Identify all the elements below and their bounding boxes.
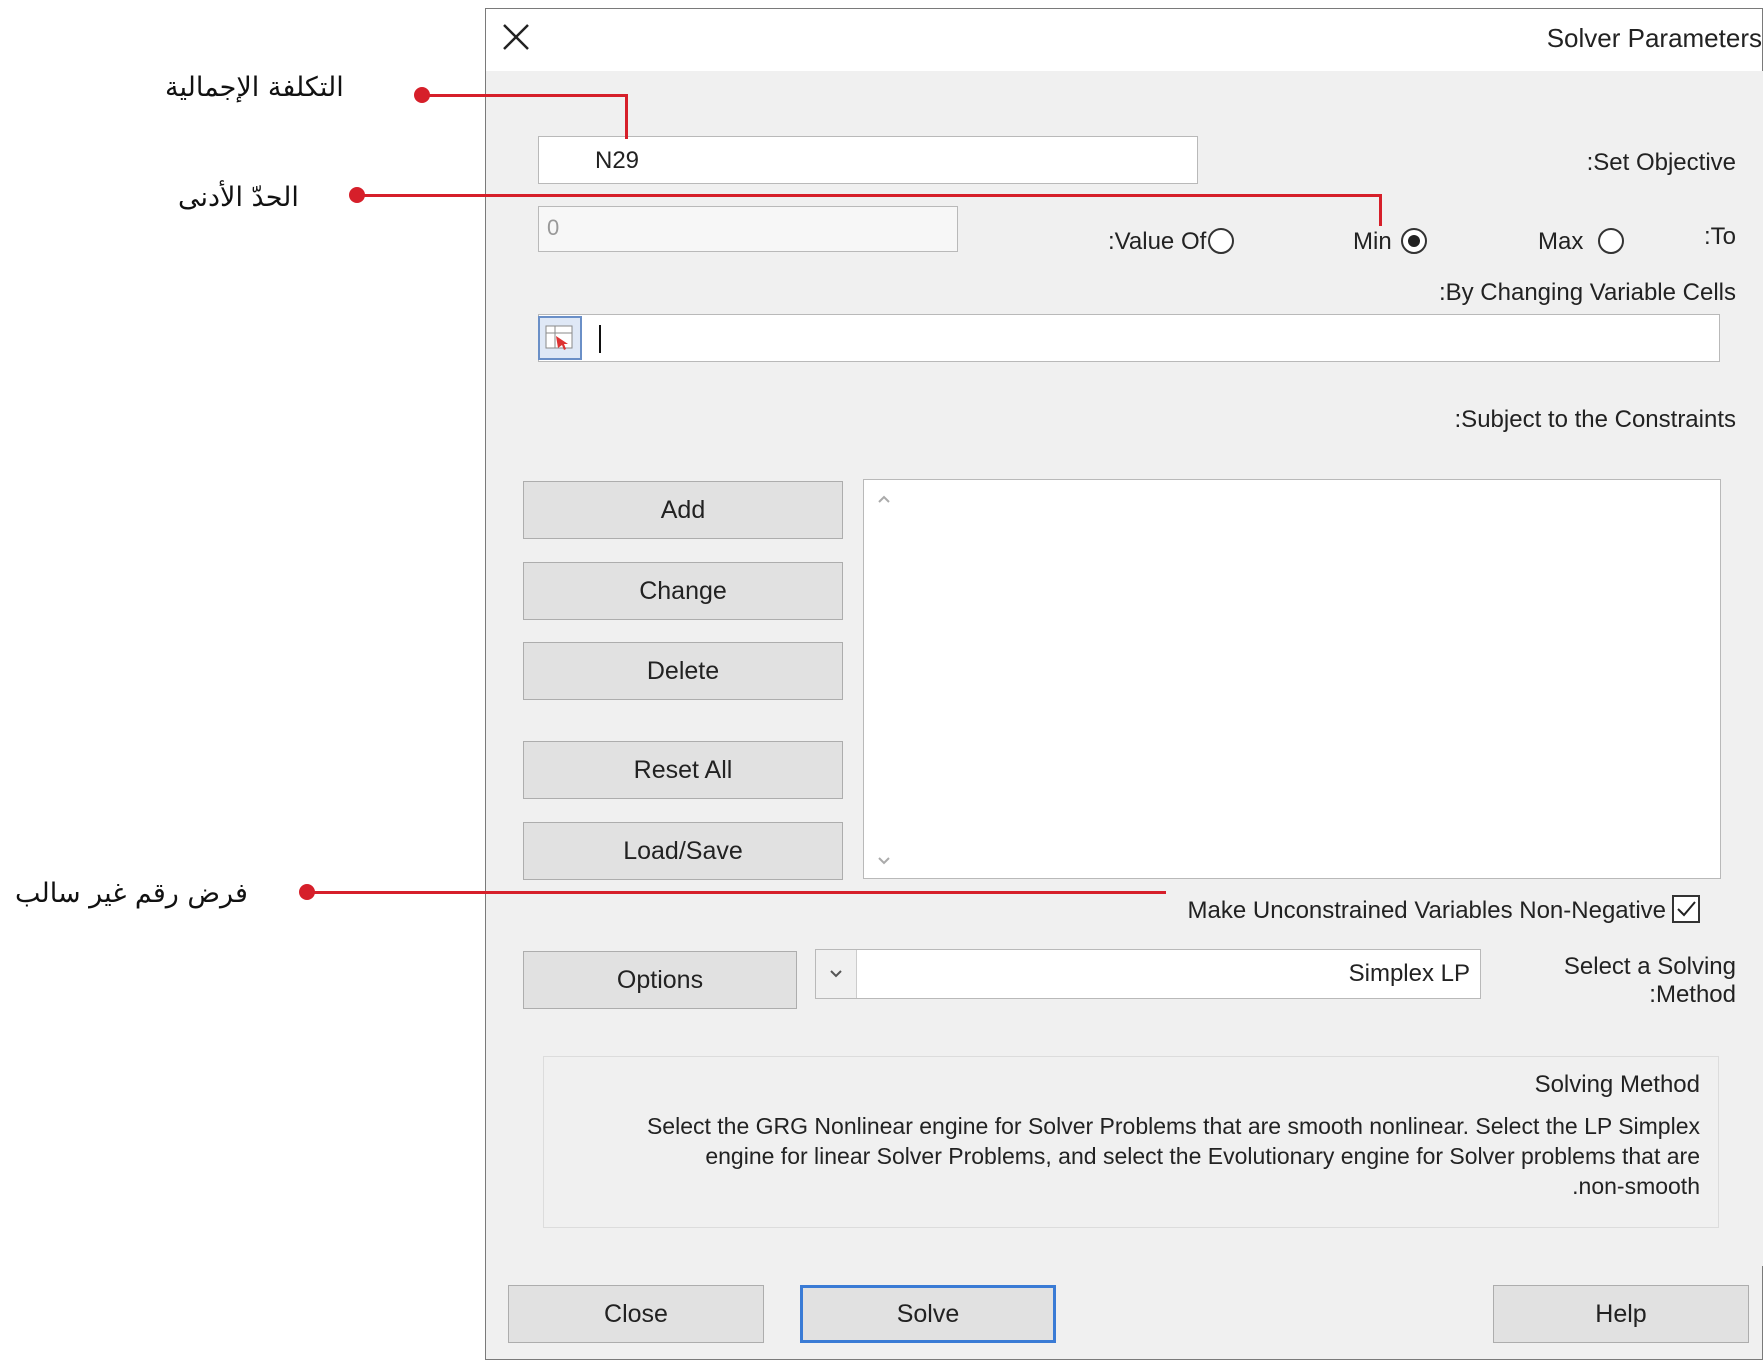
solving-method-label-line1: Select a Solving <box>1563 953 1736 980</box>
annotation-line-minimum-vertical <box>1379 194 1382 226</box>
changing-cells-picker-icon[interactable] <box>538 316 582 360</box>
scroll-up-icon[interactable] <box>876 492 892 508</box>
solving-method-group: Solving Method Select the GRG Nonlinear … <box>543 1056 1719 1228</box>
max-radio[interactable] <box>1598 228 1624 254</box>
objective-field[interactable]: N29 <box>538 136 1198 184</box>
options-button[interactable]: Options <box>523 951 797 1009</box>
value-of-field[interactable]: 0 <box>538 206 958 252</box>
chevron-down-icon <box>830 970 842 978</box>
solving-method-select[interactable]: Simplex LP <box>815 949 1481 999</box>
solving-method-description: Select the GRG Nonlinear engine for Solv… <box>560 1111 1700 1201</box>
description-line-2: engine for linear Solver Problems, and s… <box>705 1143 1700 1169</box>
set-objective-label: :Set Objective <box>1586 149 1736 176</box>
title-bar: Solver Parameters <box>486 9 1762 71</box>
objective-value: N29 <box>595 147 640 174</box>
min-radio-selected-dot <box>1408 235 1420 247</box>
max-label: Max <box>1538 228 1584 255</box>
annotation-minimum: الحدّ الأدنى <box>178 182 299 213</box>
min-label: Min <box>1353 228 1392 255</box>
change-button[interactable]: Change <box>523 562 843 620</box>
description-line-1: Select the GRG Nonlinear engine for Solv… <box>646 1113 1700 1139</box>
non-negative-label: Make Unconstrained Variables Non-Negativ… <box>1187 897 1666 924</box>
annotation-line-total-cost <box>421 94 628 97</box>
delete-button[interactable]: Delete <box>523 642 843 700</box>
solving-method-value: Simplex LP <box>1348 960 1470 987</box>
dialog-body: :Set Objective N29 :To Max Min :Value Of… <box>508 71 1763 1266</box>
solve-button[interactable]: Solve <box>800 1285 1056 1343</box>
annotation-total-cost: التكلفة الإجمالية <box>165 72 344 103</box>
checkmark-icon <box>1677 901 1696 917</box>
text-caret <box>599 325 601 353</box>
dropdown-toggle[interactable] <box>816 950 857 998</box>
changing-cells-label: :By Changing Variable Cells <box>1438 279 1736 306</box>
to-label: :To <box>1703 223 1736 250</box>
constraints-label: :Subject to the Constraints <box>1454 406 1736 433</box>
value-of-label: :Value Of <box>1108 228 1207 255</box>
solver-parameters-dialog: Solver Parameters :Set Objective N29 :To… <box>485 8 1763 1360</box>
value-of-radio[interactable] <box>1208 228 1234 254</box>
add-button[interactable]: Add <box>523 481 843 539</box>
help-button[interactable]: Help <box>1493 1285 1749 1343</box>
solving-method-group-title: Solving Method <box>1534 1071 1700 1098</box>
annotation-line-non-negative <box>306 891 1166 894</box>
value-of-value: 0 <box>547 215 560 240</box>
reset-all-button[interactable]: Reset All <box>523 741 843 799</box>
scroll-down-icon[interactable] <box>876 852 892 868</box>
load-save-button[interactable]: Load/Save <box>523 822 843 880</box>
min-radio[interactable] <box>1401 228 1427 254</box>
close-icon[interactable] <box>496 17 536 57</box>
annotation-line-total-cost-vertical <box>625 94 628 139</box>
solving-method-label-line2: :Method <box>1649 981 1736 1008</box>
changing-cells-field[interactable] <box>538 314 1720 362</box>
annotation-non-negative: فرض رقم غير سالب <box>15 878 248 909</box>
constraints-scrollbar[interactable] <box>864 480 904 878</box>
constraints-list[interactable] <box>863 479 1721 879</box>
dialog-title: Solver Parameters <box>1546 23 1762 53</box>
annotation-line-minimum <box>356 194 1382 197</box>
description-line-3: .non-smooth <box>1572 1173 1700 1199</box>
non-negative-checkbox[interactable] <box>1672 895 1700 923</box>
close-button[interactable]: Close <box>508 1285 764 1343</box>
